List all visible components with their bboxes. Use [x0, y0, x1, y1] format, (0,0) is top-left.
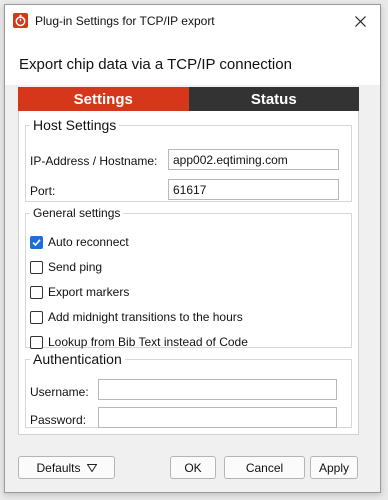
send-ping-label: Send ping [48, 260, 103, 274]
tab-bar: Settings Status [18, 87, 359, 111]
close-icon [354, 15, 366, 27]
close-button[interactable] [340, 5, 380, 37]
dialog-header: Export chip data via a TCP/IP connection [5, 37, 380, 85]
general-settings-title: General settings [33, 206, 121, 220]
send-ping-option[interactable]: Send ping [30, 260, 102, 274]
defaults-label: Defaults [36, 460, 81, 475]
bib-text-lookup-checkbox[interactable] [30, 335, 43, 349]
title-bar: Plug-in Settings for TCP/IP export [5, 5, 380, 37]
authentication-title: Authentication [33, 351, 122, 367]
ok-button[interactable]: OK [170, 456, 216, 479]
app-stopwatch-icon [13, 13, 28, 28]
settings-panel: Host Settings IP-Address / Hostname: Por… [18, 111, 359, 435]
auto-reconnect-checkbox[interactable] [30, 235, 43, 249]
ip-address-input[interactable] [168, 149, 339, 170]
dropdown-triangle-icon [86, 463, 97, 472]
send-ping-checkbox[interactable] [30, 260, 43, 274]
general-settings-group: General settings Auto reconnect Send pin… [25, 206, 352, 349]
password-label: Password: [30, 413, 87, 427]
ip-address-label: IP-Address / Hostname: [30, 154, 158, 168]
port-input[interactable] [168, 179, 339, 200]
auto-reconnect-label: Auto reconnect [48, 235, 129, 249]
midnight-transitions-checkbox[interactable] [30, 310, 43, 324]
export-markers-label: Export markers [48, 285, 130, 299]
export-markers-checkbox[interactable] [30, 285, 43, 299]
username-input[interactable] [98, 379, 337, 400]
bib-text-lookup-option[interactable]: Lookup from Bib Text instead of Code [30, 335, 248, 349]
password-input[interactable] [98, 407, 337, 428]
cancel-button[interactable]: Cancel [224, 456, 305, 479]
defaults-button[interactable]: Defaults [18, 456, 115, 479]
window-title: Plug-in Settings for TCP/IP export [35, 14, 215, 28]
auto-reconnect-option[interactable]: Auto reconnect [30, 235, 129, 249]
plugin-settings-window: Plug-in Settings for TCP/IP export Expor… [4, 4, 381, 493]
bib-text-lookup-label: Lookup from Bib Text instead of Code [48, 335, 248, 349]
host-settings-group: Host Settings IP-Address / Hostname: Por… [25, 117, 352, 202]
export-markers-option[interactable]: Export markers [30, 285, 129, 299]
tab-status[interactable]: Status [188, 87, 359, 111]
authentication-group: Authentication Username: Password: [25, 351, 352, 428]
tab-settings[interactable]: Settings [18, 87, 189, 111]
checkmark-icon [32, 238, 41, 246]
midnight-transitions-label: Add midnight transitions to the hours [48, 310, 243, 324]
apply-button[interactable]: Apply [310, 456, 358, 479]
username-label: Username: [30, 385, 89, 399]
header-description: Export chip data via a TCP/IP connection [19, 56, 292, 73]
host-settings-title: Host Settings [33, 117, 117, 133]
midnight-transitions-option[interactable]: Add midnight transitions to the hours [30, 310, 243, 324]
port-label: Port: [30, 184, 56, 198]
